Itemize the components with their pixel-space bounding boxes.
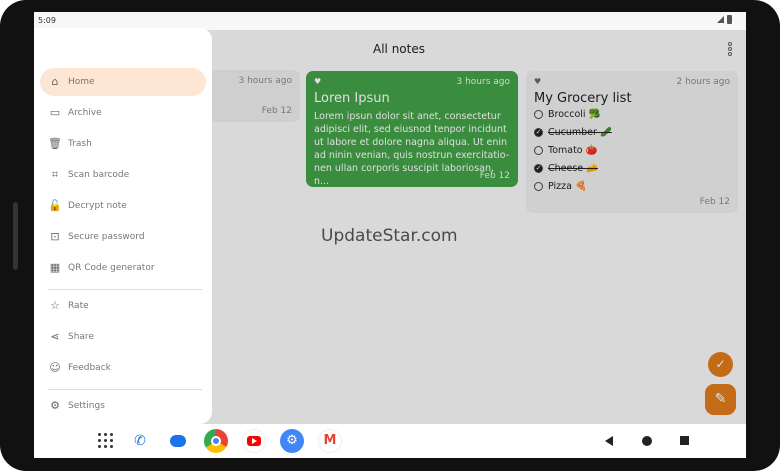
settings-app-icon[interactable]: ⚙ <box>280 429 304 453</box>
device-side-button <box>13 202 18 270</box>
chrome-app-icon[interactable] <box>204 429 228 453</box>
drawer-item-rate[interactable]: ☆ Rate <box>40 292 206 320</box>
drawer-divider <box>48 289 202 290</box>
share-icon: ⋖ <box>50 330 60 343</box>
phone-app-icon[interactable]: ✆ <box>128 429 152 453</box>
app-drawer-icon[interactable] <box>98 433 114 449</box>
drawer-item-trash[interactable]: 🗑 Trash <box>40 130 206 158</box>
home-button-icon[interactable] <box>642 436 652 446</box>
drawer-item-secure-password[interactable]: ⊡ Secure password <box>40 223 206 251</box>
recents-icon[interactable] <box>680 436 689 445</box>
drawer-item-decrypt-note[interactable]: 🔓 Decrypt note <box>40 192 206 220</box>
messages-app-icon[interactable] <box>166 429 190 453</box>
drawer-item-archive[interactable]: ▭ Archive <box>40 99 206 127</box>
scan-barcode-icon: ⌗ <box>51 168 59 181</box>
unlock-icon: 🔓 <box>48 199 62 212</box>
password-icon: ⊡ <box>50 230 60 243</box>
feedback-icon: ☺ <box>49 361 61 374</box>
archive-icon: ▭ <box>49 106 61 119</box>
signal-icon <box>717 16 724 23</box>
drawer-item-qr-code-generator[interactable]: ▦ QR Code generator <box>40 254 206 282</box>
home-icon: ⌂ <box>51 75 59 88</box>
drawer-item-scan-barcode[interactable]: ⌗ Scan barcode <box>40 161 206 189</box>
gmail-app-icon[interactable]: M <box>318 429 342 453</box>
trash-icon: 🗑 <box>48 137 62 150</box>
navigation-drawer: ⌂ Home ▭ Archive 🗑 Trash ⌗ Scan barcode … <box>34 28 212 424</box>
drawer-item-feedback[interactable]: ☺ Feedback <box>40 354 206 382</box>
status-time: 5:09 <box>38 16 56 25</box>
screen: 5:09 All notes 3 hours ago Feb 12 ♥ 3 ho… <box>34 12 746 458</box>
drawer-item-home[interactable]: ⌂ Home <box>40 68 206 96</box>
star-icon: ☆ <box>50 299 60 312</box>
system-taskbar: ✆ ⚙ M <box>34 424 746 458</box>
youtube-app-icon[interactable] <box>242 429 266 453</box>
drawer-divider <box>48 389 202 390</box>
drawer-item-settings[interactable]: ⚙ Settings <box>40 392 206 420</box>
gear-icon: ⚙ <box>50 399 60 412</box>
back-icon[interactable] <box>605 436 613 446</box>
battery-icon <box>727 15 732 24</box>
qr-code-icon: ▦ <box>49 261 61 274</box>
drawer-item-share[interactable]: ⋖ Share <box>40 323 206 351</box>
